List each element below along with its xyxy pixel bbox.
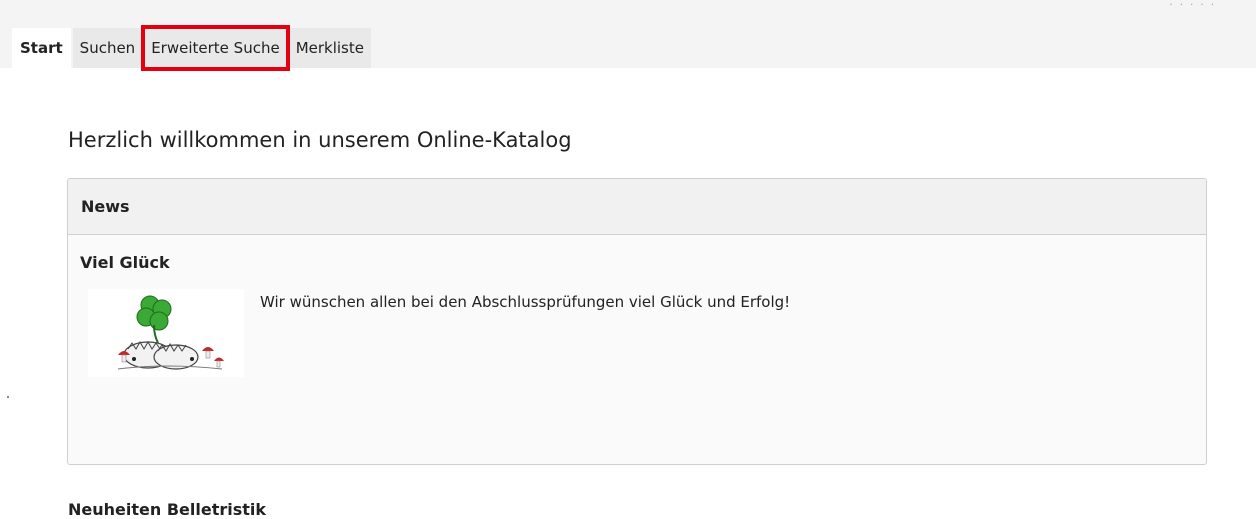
news-panel: News Viel Glück Wir wünschen allen bei d… <box>67 178 1207 465</box>
tab-erweiterte-suche[interactable]: Erweiterte Suche <box>141 25 290 71</box>
tab-bar: Start Suchen Erweiterte Suche Merkliste <box>12 25 373 71</box>
clover-hedgehog-image <box>88 289 244 377</box>
news-item-title: Viel Glück <box>80 253 170 272</box>
top-right-text: · · · · · <box>1169 0 1216 11</box>
tab-start[interactable]: Start <box>12 28 71 68</box>
tab-merkliste[interactable]: Merkliste <box>288 28 371 68</box>
page-title: Herzlich willkommen in unserem Online-Ka… <box>68 128 572 152</box>
news-item-text: Wir wünschen allen bei den Abschlussprüf… <box>260 293 791 311</box>
tab-suchen[interactable]: Suchen <box>72 28 143 68</box>
divider-mark <box>7 396 9 398</box>
news-header: News <box>68 179 1206 235</box>
clover-hedgehog-illustration-icon <box>117 295 224 370</box>
